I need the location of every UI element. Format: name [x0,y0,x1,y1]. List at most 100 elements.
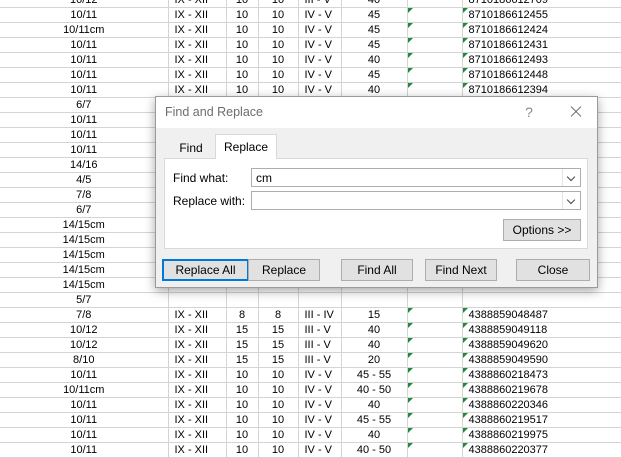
table-cell[interactable]: III - V [298,0,342,8]
table-cell[interactable]: 8710186612424 [462,22,621,38]
table-cell[interactable]: IV - V [298,22,342,38]
table-cell[interactable]: 10 [226,7,259,23]
table-cell[interactable]: 10/11 [0,7,169,23]
table-cell[interactable]: IX - XII [168,367,227,383]
table-cell[interactable]: 10 [258,412,299,428]
table-cell[interactable] [407,7,463,23]
table-cell[interactable] [407,352,463,368]
table-row[interactable]: 10/11cm IX - XII 10 10 IV - V 45 8710186612424 [0,22,621,38]
table-cell[interactable] [407,292,463,308]
table-cell[interactable]: 10 [258,7,299,23]
find-what-combobox[interactable] [251,168,581,187]
find-what-input[interactable] [251,168,581,187]
table-cell[interactable] [407,412,463,428]
table-cell[interactable]: 4388859049118 [462,322,621,338]
table-row[interactable]: 10/11 IX - XII 10 10 IV - V 45 8710186612431 [0,37,621,53]
table-row[interactable]: 10/11 IX - XII 10 10 IV - V 45 - 55 4388860218… [0,367,621,383]
table-cell[interactable]: 15 [258,337,299,353]
table-cell[interactable]: 10 [258,52,299,68]
table-cell[interactable]: IX - XII [168,322,227,338]
table-cell[interactable]: 15 [341,307,408,323]
table-cell[interactable]: 14/15cm [0,277,169,293]
table-cell[interactable] [407,337,463,353]
table-row[interactable]: 10/11 IX - XII 10 10 IV - V 40 4388860220346 [0,397,621,413]
table-cell[interactable]: 4388859049620 [462,337,621,353]
table-cell[interactable]: 8 [258,307,299,323]
table-cell[interactable]: 10/12 [0,337,169,353]
table-cell[interactable]: 10/11 [0,127,169,143]
table-cell[interactable]: 10 [258,442,299,458]
table-cell[interactable]: 14/15cm [0,262,169,278]
table-cell[interactable]: 8710186612448 [462,67,621,83]
table-cell[interactable]: 10 [226,442,259,458]
table-cell[interactable]: IV - V [298,412,342,428]
table-row[interactable]: 10/11 IX - XII 10 10 IV - V 45 8710186612448 [0,67,621,83]
table-cell[interactable]: 8710186612455 [462,7,621,23]
table-cell[interactable]: IX - XII [168,427,227,443]
table-cell[interactable]: IX - XII [168,0,227,8]
table-cell[interactable]: IX - XII [168,397,227,413]
table-cell[interactable]: 45 [341,7,408,23]
chevron-down-icon[interactable] [562,169,580,186]
table-cell[interactable]: 40 - 50 [341,382,408,398]
table-cell[interactable]: 6/7 [0,97,169,113]
table-cell[interactable]: 8710186612709 [462,0,621,8]
close-icon[interactable] [560,101,590,123]
table-cell[interactable]: 10/11 [0,82,169,98]
table-cell[interactable]: IX - XII [168,67,227,83]
table-cell[interactable]: IX - XII [168,22,227,38]
dialog-titlebar[interactable]: Find and Replace ? [156,97,597,128]
table-cell[interactable]: 8/10 [0,352,169,368]
table-cell[interactable]: IV - V [298,37,342,53]
table-cell[interactable]: 10/11 [0,427,169,443]
table-cell[interactable]: IX - XII [168,307,227,323]
table-cell[interactable]: 10 [258,367,299,383]
table-cell[interactable] [407,322,463,338]
table-cell[interactable]: 14/15cm [0,217,169,233]
table-cell[interactable]: 10 [258,397,299,413]
table-cell[interactable]: 10 [226,67,259,83]
table-cell[interactable] [298,292,342,308]
table-cell[interactable]: IV - V [298,7,342,23]
table-cell[interactable]: 8710186612493 [462,52,621,68]
table-cell[interactable]: 10 [258,67,299,83]
table-cell[interactable]: 10 [226,397,259,413]
table-cell[interactable]: 45 [341,67,408,83]
table-cell[interactable]: 45 - 55 [341,412,408,428]
table-row[interactable]: 5/7 [0,292,621,308]
table-row[interactable]: 10/11 IX - XII 10 10 IV - V 45 8710186612455 [0,7,621,23]
close-button[interactable]: Close [516,259,590,281]
table-cell[interactable]: IV - V [298,397,342,413]
table-cell[interactable]: IV - V [298,367,342,383]
table-row[interactable]: 10/11 IX - XII 10 10 IV - V 40 8710186612493 [0,52,621,68]
table-cell[interactable] [407,67,463,83]
table-row[interactable]: 10/11 IX - XII 10 10 IV - V 40 4388860219975 [0,427,621,443]
table-cell[interactable]: 4388859049590 [462,352,621,368]
table-cell[interactable]: 15 [258,352,299,368]
table-cell[interactable]: 4/5 [0,172,169,188]
table-cell[interactable]: 40 [341,52,408,68]
table-cell[interactable] [407,367,463,383]
table-cell[interactable] [407,37,463,53]
table-cell[interactable] [258,292,299,308]
table-row[interactable]: 10/12IX - XII1010III - V408710186612709 [0,0,621,8]
table-cell[interactable] [407,382,463,398]
find-all-button[interactable]: Find All [341,259,413,281]
table-cell[interactable]: 4388859048487 [462,307,621,323]
table-cell[interactable]: 10/12 [0,0,169,8]
table-cell[interactable]: 10 [258,37,299,53]
table-row[interactable]: 10/11 IX - XII 10 10 IV - V 40 - 50 4388860220… [0,442,621,458]
table-cell[interactable]: 40 - 50 [341,442,408,458]
table-cell[interactable]: 14/15cm [0,232,169,248]
table-row[interactable]: 10/11cm IX - XII 10 10 IV - V 40 - 50 43888602… [0,382,621,398]
table-cell[interactable] [226,292,259,308]
table-cell[interactable]: III - V [298,352,342,368]
table-cell[interactable]: 4388860219975 [462,427,621,443]
table-cell[interactable]: IX - XII [168,337,227,353]
table-cell[interactable]: 10 [226,37,259,53]
help-icon[interactable]: ? [516,101,542,123]
table-cell[interactable]: IV - V [298,67,342,83]
table-cell[interactable]: 10 [226,0,259,8]
table-cell[interactable]: 10/11 [0,67,169,83]
table-cell[interactable]: 15 [226,337,259,353]
